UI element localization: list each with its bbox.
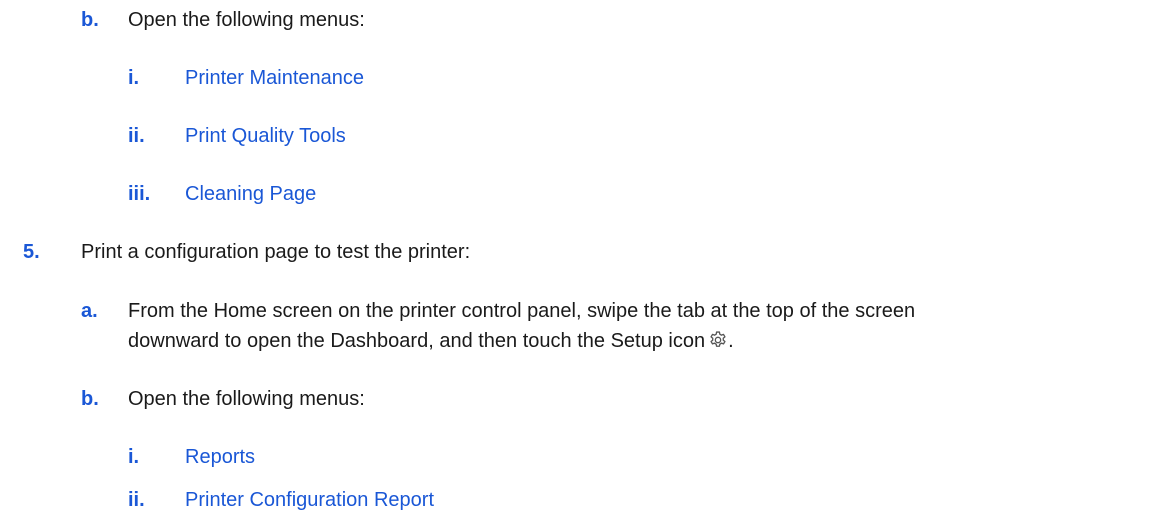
menu-item-label: Reports — [185, 446, 256, 468]
menu-item-marker: i. — [128, 446, 140, 468]
menu-item-marker: ii. — [128, 489, 145, 511]
substep-text-line2: downward to open the Dashboard, and then… — [128, 327, 734, 355]
substep-marker: b. — [81, 9, 99, 31]
substep-text-line2-body: downward to open the Dashboard, and then… — [128, 330, 706, 352]
menu-item-label: Print Quality Tools — [185, 125, 346, 147]
gear-icon — [708, 330, 728, 350]
menu-item-label: Printer Maintenance — [185, 67, 364, 89]
substep-text-line1: From the Home screen on the printer cont… — [128, 300, 916, 322]
menu-item-marker: iii. — [128, 183, 151, 205]
substep-text: Open the following menus: — [128, 9, 365, 31]
substep-text: Open the following menus: — [128, 388, 365, 410]
menu-item-label: Printer Configuration Report — [185, 489, 435, 511]
step-text: Print a configuration page to test the p… — [81, 241, 471, 263]
menu-item-label: Cleaning Page — [185, 183, 317, 205]
substep-marker: a. — [81, 300, 98, 322]
step-marker: 5. — [23, 241, 40, 263]
menu-item-marker: ii. — [128, 125, 145, 147]
substep-marker: b. — [81, 388, 99, 410]
substep-text-line2-end: . — [728, 330, 734, 352]
menu-item-marker: i. — [128, 67, 140, 89]
